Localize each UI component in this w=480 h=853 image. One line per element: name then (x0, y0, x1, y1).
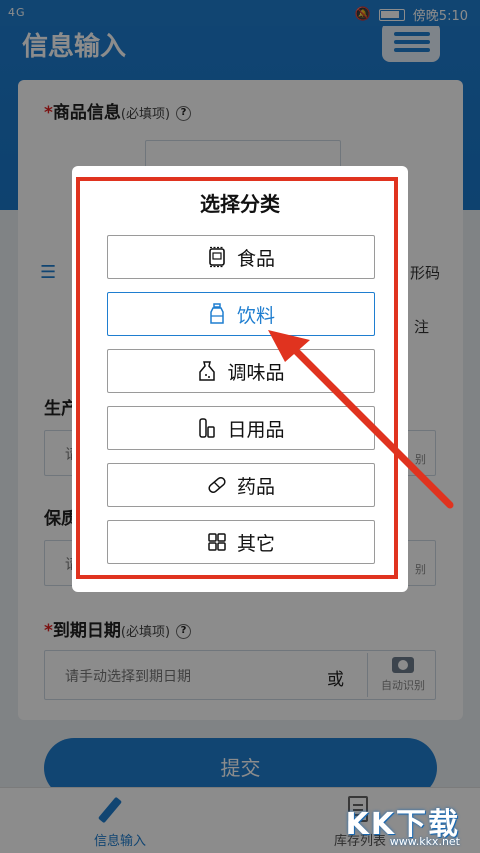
option-food[interactable]: 食品 (107, 235, 375, 279)
option-label: 饮料 (236, 304, 275, 327)
site-watermark: KK下载 www.kkx.net (332, 795, 472, 853)
grid-icon (208, 533, 226, 551)
watermark-url: www.kkx.net (389, 835, 460, 848)
option-label: 药品 (236, 475, 275, 498)
option-other[interactable]: 其它 (107, 520, 375, 564)
option-daily-goods[interactable]: 日用品 (107, 406, 375, 450)
food-box-icon (209, 246, 225, 268)
seasoning-bag-icon (199, 361, 216, 381)
category-dialog: 选择分类 食品 饮料 调味品 日用品 药品 其它 (72, 166, 408, 592)
option-label: 其它 (236, 532, 275, 555)
option-label: 食品 (236, 247, 275, 270)
option-label: 调味品 (227, 361, 285, 384)
option-beverage[interactable]: 饮料 (107, 292, 375, 336)
daily-goods-icon (199, 418, 216, 438)
dialog-title: 选择分类 (200, 192, 280, 216)
option-medicine[interactable]: 药品 (107, 463, 375, 507)
pill-icon (208, 477, 226, 493)
bottle-icon (210, 303, 224, 324)
option-seasoning[interactable]: 调味品 (107, 349, 375, 393)
option-label: 日用品 (227, 418, 285, 441)
